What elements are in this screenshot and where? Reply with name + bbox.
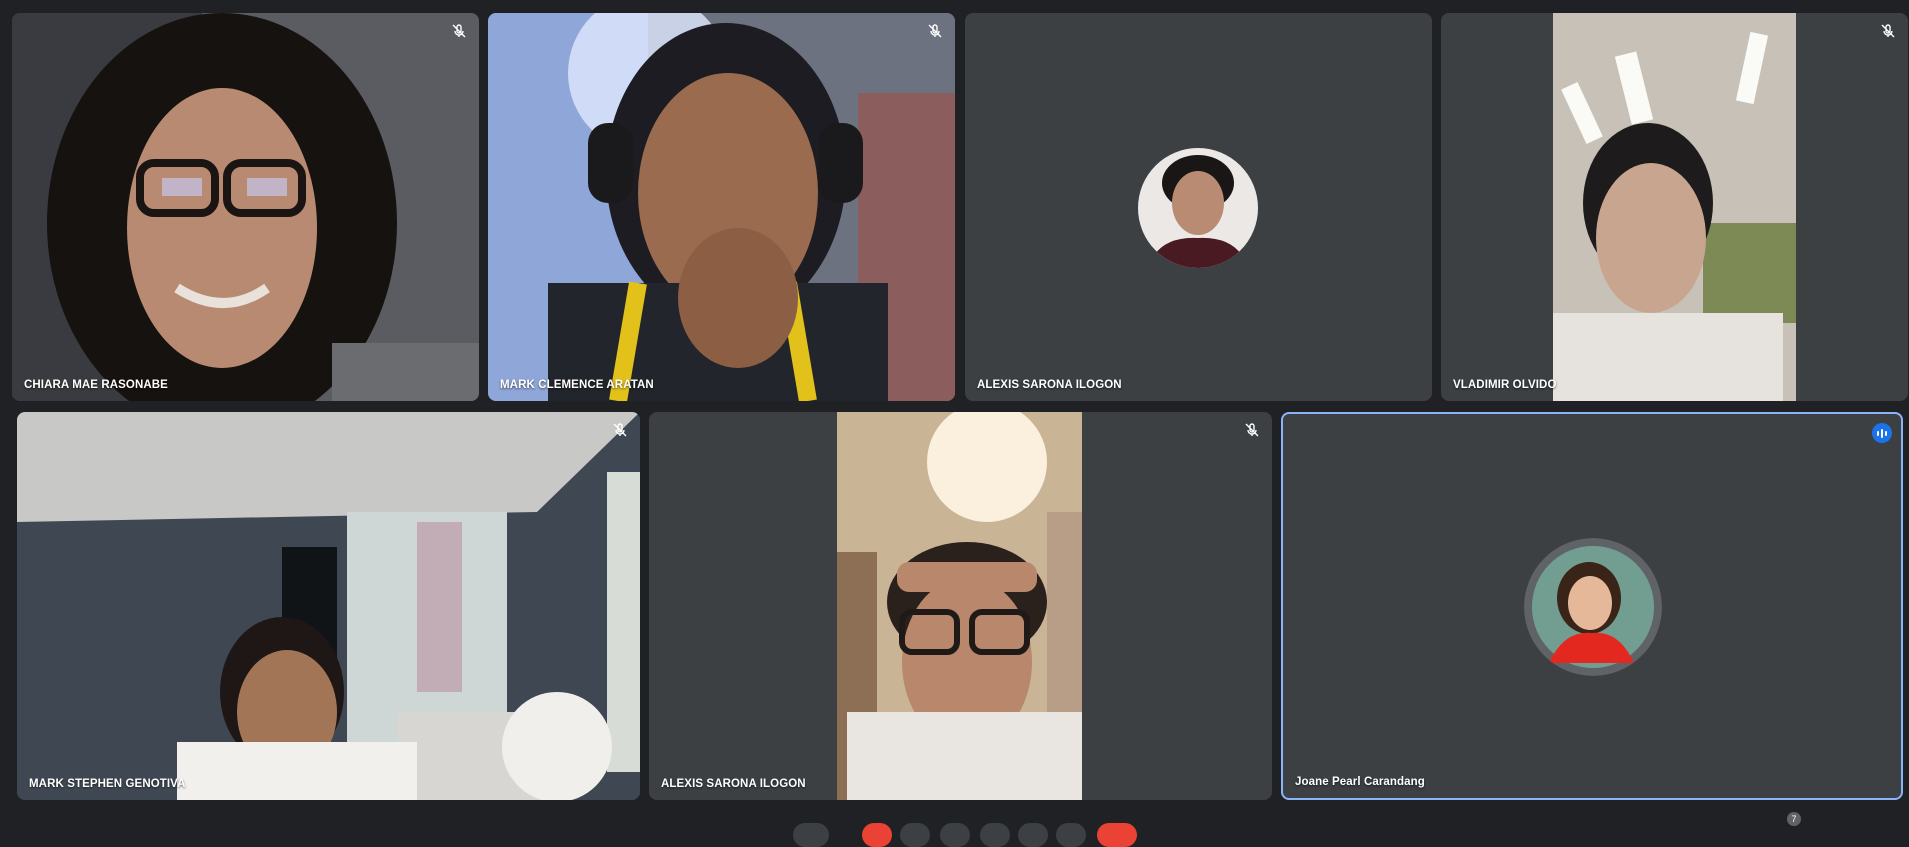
mic-off-icon [1245, 423, 1259, 437]
participant-tile-alexis[interactable]: ALEXIS SARONA ILOGON [965, 13, 1432, 401]
participant-video [837, 412, 1082, 800]
leave-call-button[interactable] [1097, 823, 1137, 847]
participant-tile-mark-clemence[interactable]: MARK CLEMENCE ARATAN [488, 13, 955, 401]
participant-name: MARK CLEMENCE ARATAN [500, 379, 654, 391]
participant-name: ALEXIS SARONA ILOGON [977, 379, 1122, 391]
mic-off-icon [613, 423, 627, 437]
mic-off-icon [928, 24, 942, 38]
captions-button[interactable] [940, 823, 970, 847]
participant-tile-vladimir[interactable]: VLADIMIR OLVIDO [1441, 13, 1908, 401]
mic-off-icon [452, 24, 466, 38]
participant-count-badge[interactable]: 7 [1787, 812, 1801, 826]
present-button[interactable] [1018, 823, 1048, 847]
participant-name: CHIARA MAE RASONABE [24, 379, 168, 391]
participant-tile-chiara[interactable]: CHIARA MAE RASONABE [12, 13, 479, 401]
participant-tile-alexis-2[interactable]: ALEXIS SARONA ILOGON [649, 412, 1272, 800]
participant-video [12, 13, 479, 401]
participant-video [17, 412, 640, 800]
control-button[interactable] [793, 823, 829, 847]
participant-name: MARK STEPHEN GENOTIVA [29, 778, 186, 790]
camera-button[interactable] [900, 823, 930, 847]
speaking-indicator-icon [1872, 423, 1892, 443]
participant-name: ALEXIS SARONA ILOGON [661, 778, 806, 790]
reactions-button[interactable] [980, 823, 1010, 847]
participant-name: VLADIMIR OLVIDO [1453, 379, 1557, 391]
mic-off-icon [1881, 24, 1895, 38]
participant-tile-joane[interactable]: Joane Pearl Carandang [1281, 412, 1903, 800]
participant-tile-mark-stephen[interactable]: MARK STEPHEN GENOTIVA [17, 412, 640, 800]
hand-button[interactable] [1056, 823, 1086, 847]
participant-video [488, 13, 955, 401]
participant-video [1553, 13, 1796, 401]
participant-avatar [1138, 148, 1258, 268]
meeting-controls-bar: 7 [0, 812, 1909, 847]
participant-name: Joane Pearl Carandang [1295, 776, 1425, 788]
mic-button[interactable] [862, 823, 892, 847]
participant-avatar [1524, 538, 1662, 676]
